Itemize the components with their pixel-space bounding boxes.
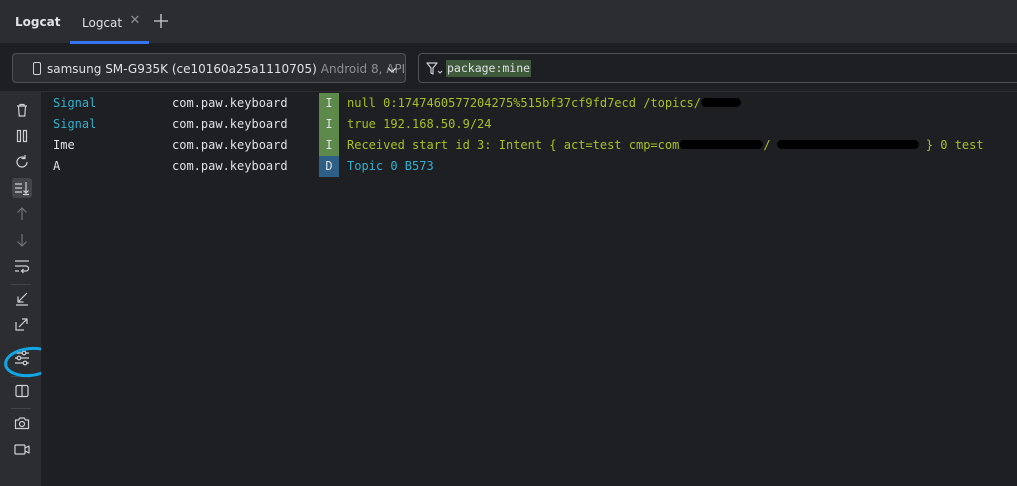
plus-icon[interactable]: [152, 12, 170, 30]
log-row[interactable]: Signal com.paw.keyboard I true 192.168.5…: [41, 114, 1017, 135]
log-message-text: null 0:1747460577204275%515bf37cf9fd7ecd…: [347, 96, 702, 110]
log-message-text: } 0 test: [925, 138, 984, 152]
log-message: true 192.168.50.9/24: [347, 117, 492, 131]
sliders-icon[interactable]: [12, 348, 32, 368]
log-message: null 0:1747460577204275%515bf37cf9fd7ecd…: [347, 93, 742, 114]
toolbar-separator: [11, 284, 31, 285]
log-level-badge: D: [319, 156, 339, 177]
chevron-down-icon[interactable]: [385, 62, 399, 76]
device-name: samsung SM-G935K (ce10160a25a1110705): [47, 62, 317, 76]
trash-icon[interactable]: [12, 100, 32, 120]
filter-icon[interactable]: [425, 60, 443, 78]
log-tag: A: [53, 159, 61, 173]
device-label: samsung SM-G935K (ce10160a25a1110705) And…: [47, 62, 405, 76]
filter-input[interactable]: package:mine: [418, 53, 1017, 83]
toolbar-separator: [11, 408, 31, 409]
redaction: [701, 98, 742, 107]
log-output[interactable]: Signal com.paw.keyboard I null 0:1747460…: [41, 92, 1017, 486]
redaction: [776, 140, 919, 149]
tab-bar: Logcat Logcat ✕: [0, 0, 1017, 44]
scroll-to-end-icon[interactable]: [12, 178, 32, 198]
tab-logcat[interactable]: Logcat ✕: [70, 0, 149, 44]
phone-icon: [33, 62, 41, 75]
log-row[interactable]: Signal com.paw.keyboard I null 0:1747460…: [41, 93, 1017, 114]
log-package: com.paw.keyboard: [172, 96, 288, 110]
log-row[interactable]: A com.paw.keyboard D Topic 0 B573: [41, 156, 1017, 177]
log-message: Received start id 3: Intent { act=test c…: [347, 135, 984, 156]
log-package: com.paw.keyboard: [172, 117, 288, 131]
arrow-up-icon[interactable]: [12, 204, 32, 224]
device-selector[interactable]: samsung SM-G935K (ce10160a25a1110705) And…: [12, 53, 406, 83]
close-icon[interactable]: ✕: [129, 13, 141, 29]
soft-wrap-icon[interactable]: [12, 256, 32, 276]
log-package: com.paw.keyboard: [172, 138, 288, 152]
arrow-down-icon[interactable]: [12, 230, 32, 250]
tab-selected-indicator: [70, 41, 149, 44]
video-icon[interactable]: [12, 439, 32, 459]
tool-window-title: Logcat: [15, 15, 61, 29]
import-icon[interactable]: [12, 288, 32, 308]
log-package: com.paw.keyboard: [172, 159, 288, 173]
camera-icon[interactable]: [12, 413, 32, 433]
log-level-badge: I: [319, 93, 339, 114]
split-icon[interactable]: [12, 381, 32, 401]
log-tag: Signal: [53, 117, 97, 131]
filter-query: package:mine: [446, 60, 532, 77]
log-message-text: Received start id 3: Intent { act=test c…: [347, 138, 680, 152]
log-level-badge: I: [319, 114, 339, 135]
pause-icon[interactable]: [12, 126, 32, 146]
tab-label: Logcat: [82, 16, 123, 30]
side-toolbar: [0, 92, 41, 486]
log-tag: Signal: [53, 96, 97, 110]
log-level-badge: I: [319, 135, 339, 156]
log-tag: Ime: [53, 138, 75, 152]
log-message: Topic 0 B573: [347, 159, 434, 173]
restart-icon[interactable]: [12, 152, 32, 172]
log-row[interactable]: Ime com.paw.keyboard I Received start id…: [41, 135, 1017, 156]
logcat-window: Logcat Logcat ✕ samsung SM-G935K (ce1016…: [0, 0, 1017, 486]
log-message-text: /: [763, 138, 771, 152]
export-icon[interactable]: [12, 314, 32, 334]
redaction: [679, 140, 764, 149]
toolbar-separator: [11, 376, 31, 377]
